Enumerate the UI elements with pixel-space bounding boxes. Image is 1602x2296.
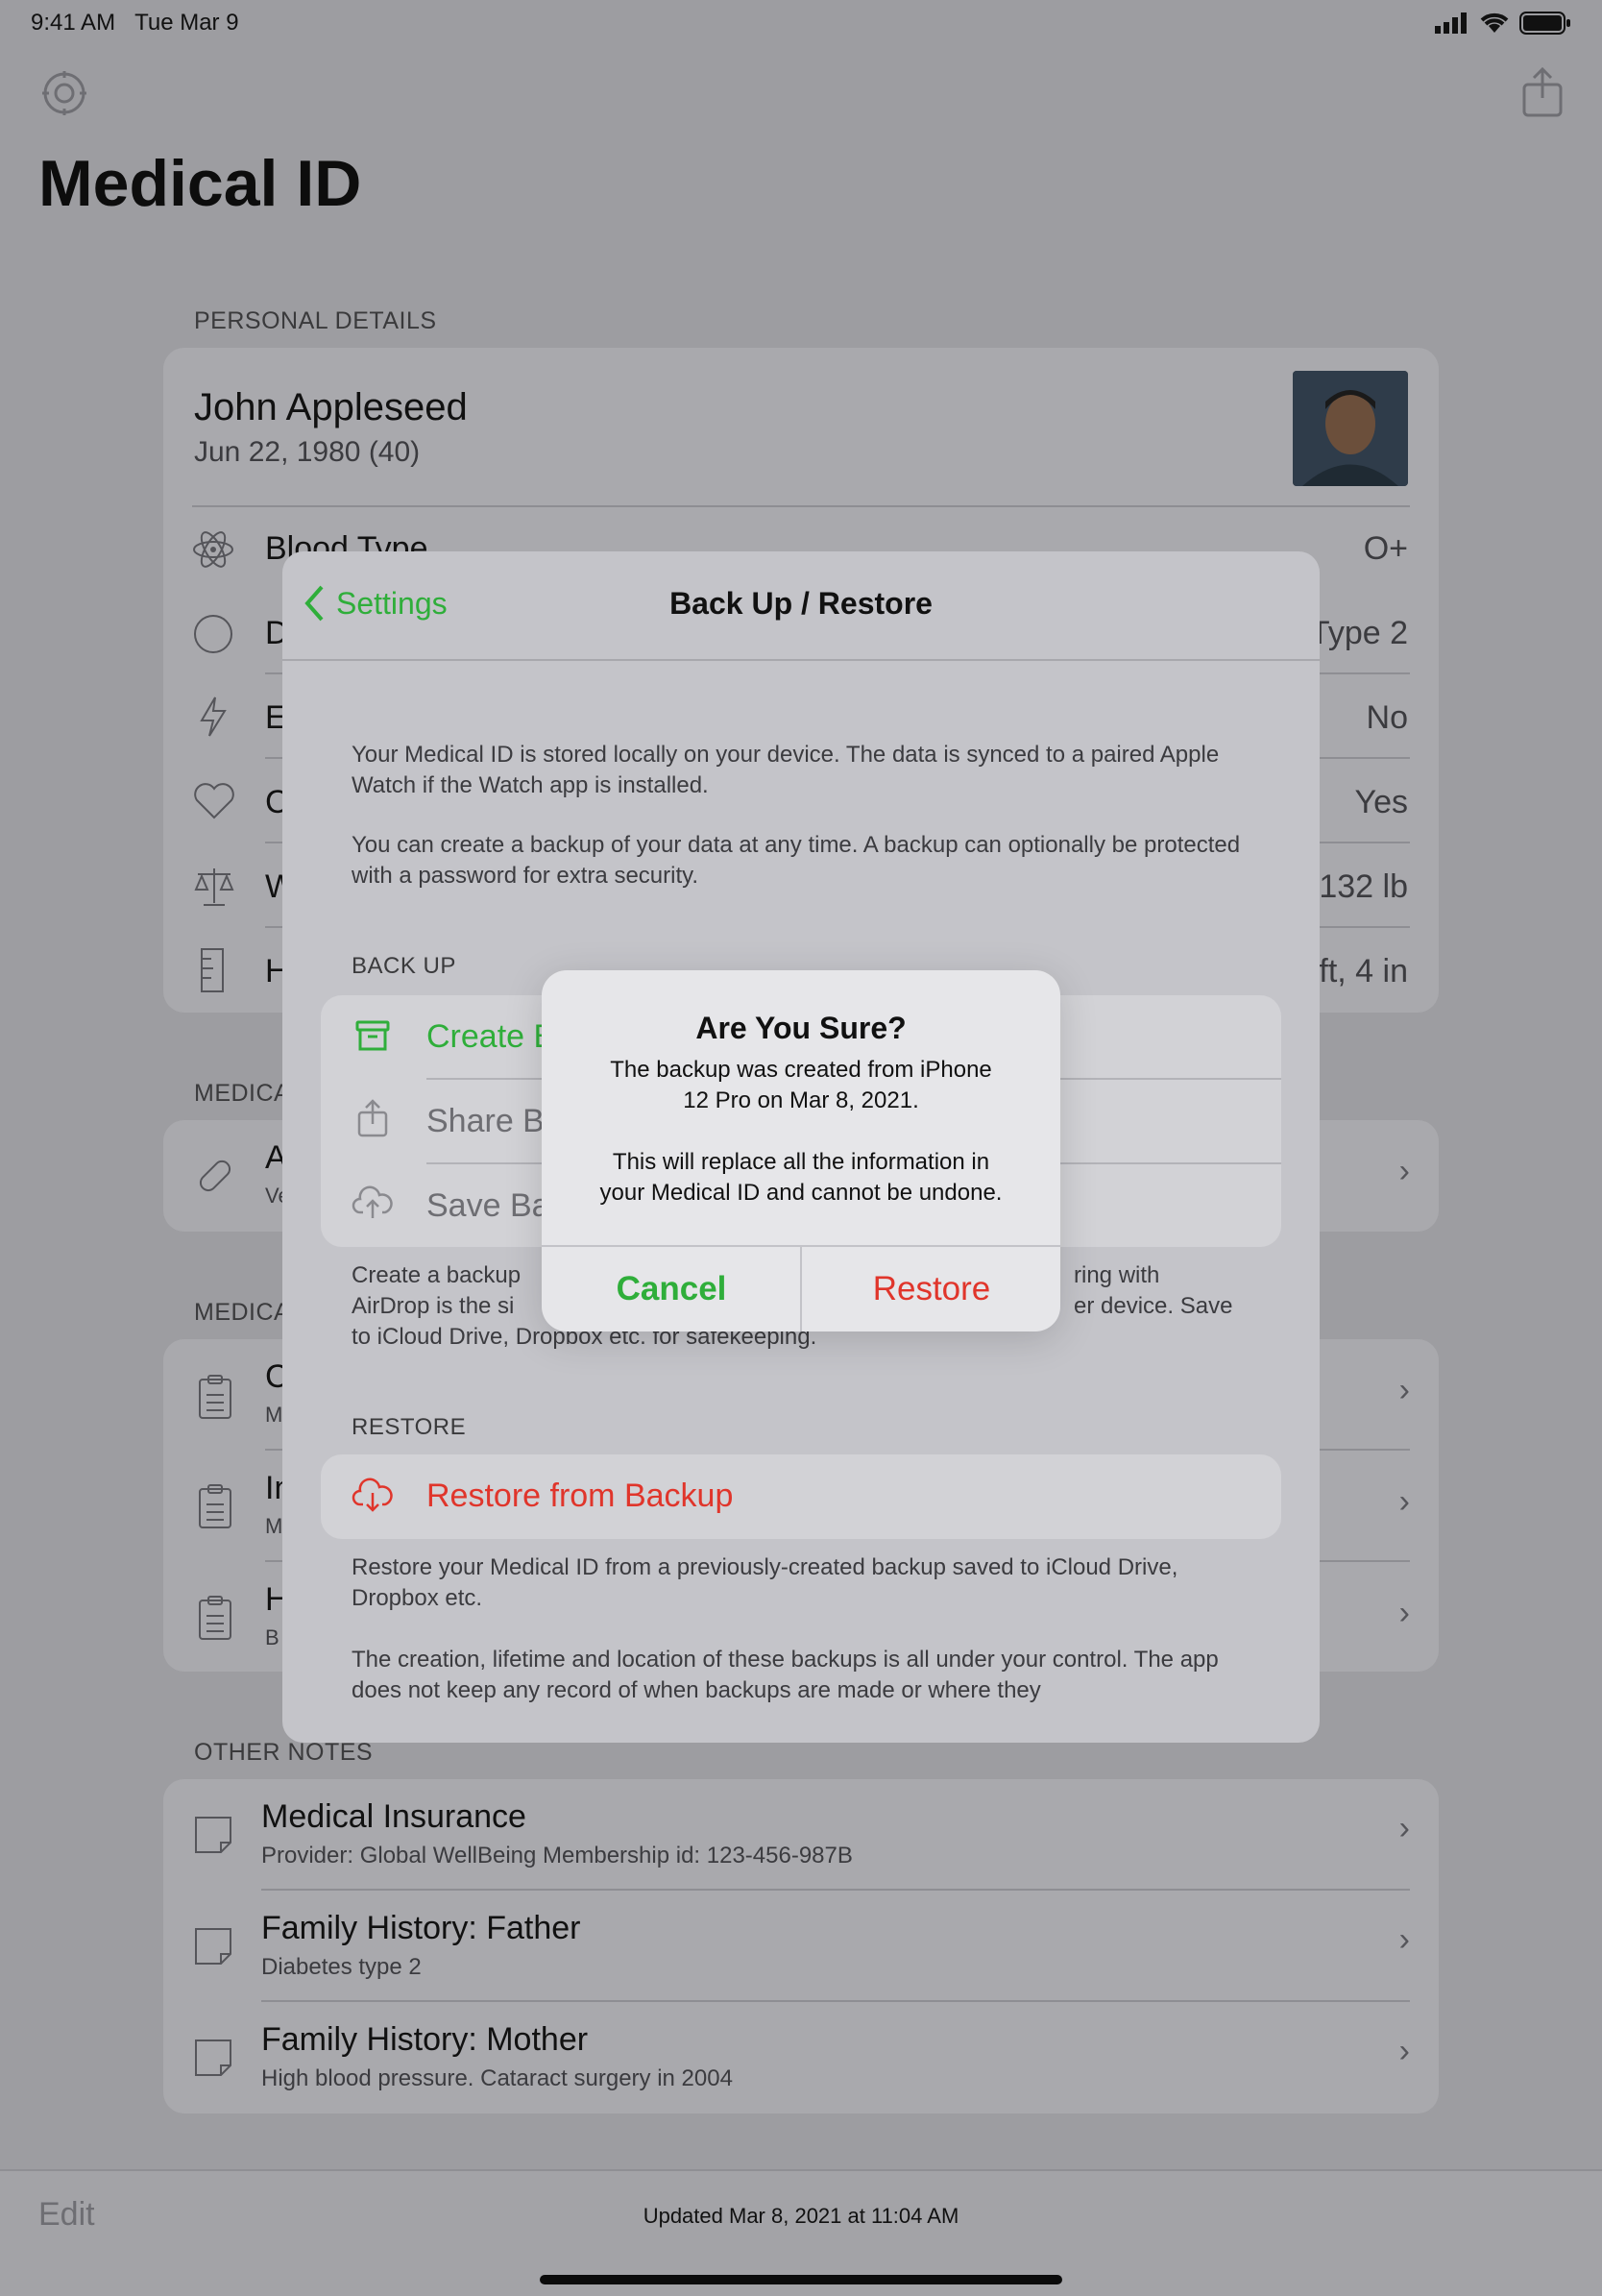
section-header-personal: PERSONAL DETAILS <box>194 307 437 334</box>
restore-from-backup-label: Restore from Backup <box>426 1478 734 1514</box>
note-icon <box>194 1927 232 1970</box>
share-icon[interactable] <box>1521 66 1564 122</box>
cloud-download-icon <box>352 1478 393 1512</box>
clipboard-icon <box>198 1595 232 1646</box>
restore-header: RESTORE <box>352 1414 467 1440</box>
row-value: No <box>1366 699 1408 736</box>
cloud-upload-icon <box>352 1185 393 1218</box>
chevron-right-icon[interactable]: › <box>1399 1921 1410 1959</box>
section-header-medica-2: MEDICA <box>194 1299 291 1326</box>
create-backup-label: Create B <box>426 1018 556 1055</box>
share-icon <box>357 1099 388 1137</box>
backup-note-left-2: AirDrop is the si <box>352 1293 515 1319</box>
chevron-right-icon[interactable]: › <box>1399 1810 1410 1847</box>
bandage-icon <box>192 1153 238 1204</box>
scale-icon <box>192 865 236 914</box>
status-icons <box>1435 12 1571 35</box>
note-title: Family History: Father <box>261 1910 581 1946</box>
intro-text-1: Your Medical ID is stored locally on you… <box>352 742 1220 798</box>
note-sub: Provider: Global WellBeing Membership id… <box>261 1843 853 1869</box>
sheet-title: Back Up / Restore <box>669 586 933 621</box>
note-title: Medical Insurance <box>261 1798 526 1835</box>
avatar[interactable] <box>1293 371 1408 486</box>
settings-gear-icon[interactable] <box>40 69 88 122</box>
note-sub: Diabetes type 2 <box>261 1954 422 1980</box>
other-notes-card: Medical Insurance Provider: Global WellB… <box>163 1779 1439 2113</box>
cancel-button[interactable]: Cancel <box>542 1247 801 1331</box>
page-title: Medical ID <box>38 147 362 220</box>
restore-note: Restore your Medical ID from a previousl… <box>352 1554 1178 1611</box>
chevron-right-icon[interactable]: › <box>1399 2033 1410 2070</box>
status-time: 9:41 AM Tue Mar 9 <box>31 10 239 36</box>
save-backup-label: Save Ba <box>426 1187 550 1224</box>
heart-icon <box>192 782 236 825</box>
person-name: John Appleseed <box>194 386 468 428</box>
medica-item-sub: B <box>265 1625 279 1649</box>
note-icon <box>194 2039 232 2082</box>
archive-box-icon <box>355 1020 390 1051</box>
medica-item-sub: M <box>265 1403 283 1427</box>
circle-icon <box>192 613 234 660</box>
section-header-other-notes: OTHER NOTES <box>194 1739 374 1766</box>
note-title: Family History: Mother <box>261 2021 589 2058</box>
section-header-medica-1: MEDICA <box>194 1080 291 1107</box>
intro-text-2: You can create a backup of your data at … <box>352 832 1241 889</box>
backup-note-right-1: ring with <box>1074 1262 1160 1288</box>
updated-label: Updated Mar 8, 2021 at 11:04 AM <box>643 2204 959 2228</box>
footer-toolbar: Edit Updated Mar 8, 2021 at 11:04 AM <box>0 2169 1602 2296</box>
restore-from-backup-button[interactable]: Restore from Backup <box>321 1454 1281 1539</box>
battery-icon <box>1519 12 1570 35</box>
control-note: The creation, lifetime and location of t… <box>352 1647 1219 1703</box>
ruler-icon <box>200 947 227 998</box>
sheet-header: Settings Back Up / Restore <box>282 551 1320 661</box>
row-value: ft, 4 in <box>1319 953 1408 989</box>
row-value: Type 2 <box>1309 615 1408 651</box>
note-sub: High blood pressure. Cataract surgery in… <box>261 2065 733 2091</box>
bolt-icon <box>196 696 231 743</box>
chevron-right-icon[interactable]: › <box>1399 1483 1410 1521</box>
chevron-right-icon[interactable]: › <box>1399 1372 1410 1409</box>
alert-title: Are You Sure? <box>695 1011 907 1045</box>
share-backup-label: Share B <box>426 1103 545 1139</box>
home-indicator <box>540 2275 1062 2284</box>
row-value: 132 lb <box>1319 868 1408 905</box>
restore-button[interactable]: Restore <box>802 1247 1060 1331</box>
backup-note-left-1: Create a backup <box>352 1262 522 1288</box>
backup-note-right-2: er device. Save <box>1074 1293 1233 1319</box>
wifi-icon <box>1480 12 1509 33</box>
note-icon <box>194 1816 232 1859</box>
blood-type-value: O+ <box>1363 530 1408 567</box>
chevron-right-icon[interactable]: › <box>1399 1595 1410 1632</box>
person-dob: Jun 22, 1980 (40) <box>194 436 421 468</box>
clipboard-icon <box>198 1374 232 1425</box>
confirm-restore-alert: Are You Sure? The backup was created fro… <box>542 970 1060 1331</box>
row-value: Yes <box>1354 784 1408 820</box>
cellular-signal-icon <box>1435 12 1467 34</box>
clipboard-icon <box>198 1483 232 1534</box>
atom-icon <box>192 528 234 575</box>
chevron-right-icon: › <box>1398 1153 1410 1189</box>
medica-item-sub: M <box>265 1514 283 1538</box>
backup-header: BACK UP <box>352 953 456 979</box>
alert-message: The backup was created from iPhone 12 Pr… <box>599 1057 1003 1206</box>
